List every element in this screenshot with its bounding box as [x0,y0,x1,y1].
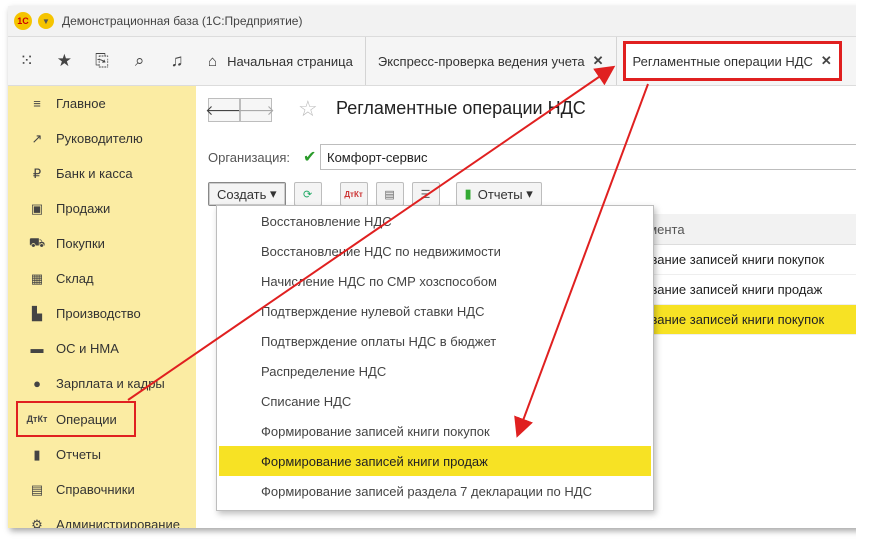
sidebar-item-production[interactable]: ▙ Производство [8,296,196,331]
close-icon[interactable]: ✕ [821,53,832,69]
window-title: Демонстрационная база (1С:Предприятие) [62,14,303,28]
history-icon[interactable]: ⎘ [83,51,121,71]
sidebar-item-label: Руководителю [56,131,143,146]
close-icon[interactable]: ✕ [593,53,604,69]
sidebar-item-label: Зарплата и кадры [56,376,165,391]
sidebar-item-label: Справочники [56,482,135,497]
create-button[interactable]: Создать ▾ [208,182,286,206]
sidebar-item-label: Производство [56,306,141,321]
sidebar-item-reports[interactable]: ▮ Отчеты [8,437,196,472]
org-field[interactable]: Комфорт-сервис [320,144,864,170]
sidebar-item-bank[interactable]: ₽ Банк и касса [8,156,196,191]
torn-edge [856,0,882,544]
favorite-star-icon[interactable]: ☆ [298,96,318,122]
table-header: кумента [626,214,864,245]
back-button[interactable]: 🡐 [205,98,243,122]
reports-button[interactable]: ▮ Отчеты ▾ [455,182,542,206]
main-menu-icon[interactable]: ▼ [38,13,54,29]
warehouse-icon: ▦ [30,270,44,286]
table-row-selected[interactable]: рование записей книги покупок [626,305,864,335]
tab-vat-operations[interactable]: Регламентные операции НДС ✕ [622,41,842,81]
bag-icon: ▣ [30,200,44,216]
menu-item[interactable]: Восстановление НДС [217,206,653,236]
quick-toolbar: ⁙ ★ ⎘ ⌕ ♫ [8,37,196,86]
sidebar-item-warehouse[interactable]: ▦ Склад [8,261,196,296]
gear-icon: ⚙ [31,516,43,529]
sidebar-item-label: Администрирование [56,517,180,528]
table-row[interactable]: рование записей книги покупок [626,245,864,275]
apps-grid-icon[interactable]: ⁙ [8,51,46,71]
page-title: Регламентные операции НДС [336,98,586,118]
tab-bar: ⌂ Начальная страница Экспресс-проверка в… [196,37,864,86]
star-icon[interactable]: ★ [46,51,84,71]
app-window: 1С ▼ Демонстрационная база (1С:Предприят… [8,6,864,528]
title-bar: 1С ▼ Демонстрационная база (1С:Предприят… [8,6,864,37]
sidebar-item-directories[interactable]: ▤ Справочники [8,472,196,507]
sidebar-item-manager[interactable]: ↗ Руководителю [8,121,196,156]
sidebar-item-label: Отчеты [56,447,101,462]
truck-icon: ▬ [30,341,44,356]
menu-item[interactable]: Подтверждение оплаты НДС в бюджет [217,326,653,356]
bar-chart-icon: ▮ [33,446,41,462]
create-label: Создать [217,186,267,202]
person-icon: ● [33,376,41,391]
tab-label: Начальная страница [227,53,353,69]
home-icon: ⌂ [208,52,218,70]
sidebar-item-label: Банк и касса [56,166,133,181]
dtkt-button[interactable]: ДтКт [339,182,368,206]
operations-table: кумента рование записей книги покупок ро… [626,214,864,335]
sidebar-item-sales[interactable]: ▣ Продажи [8,191,196,226]
reports-label: Отчеты [477,186,523,202]
main-area: 🡐 🡒 ☆ Регламентные операции НДС Организа… [196,86,864,528]
sidebar-item-label: Продажи [56,201,111,216]
forward-button[interactable]: 🡒 [237,98,275,122]
sidebar-item-purchases[interactable]: ⛟ Покупки [8,226,196,261]
sidebar-item-label: Склад [56,271,94,286]
list-icon[interactable]: ☰ [411,182,440,206]
table-row[interactable]: рование записей книги продаж [626,275,864,305]
sidebar-item-label: ОС и НМА [56,341,119,356]
sidebar: ≡ Главное ↗ Руководителю ₽ Банк и касса ▣ Пр… [8,86,197,528]
tab-label: Экспресс-проверка ведения учета [377,53,585,69]
sidebar-item-payroll[interactable]: ● Зарплата и кадры [8,366,196,401]
app-logo: 1С [14,12,32,30]
document-icon[interactable]: ▤ [375,182,404,206]
nav-buttons: 🡐 🡒 [205,98,275,122]
menu-item-highlighted[interactable]: Формирование записей книги продаж [219,446,651,476]
sidebar-item-label: Покупки [56,236,105,251]
dtkt-icon: ДтКт [26,414,48,424]
sidebar-item-label: Операции [56,411,117,427]
menu-icon: ≡ [33,96,41,111]
menu-item[interactable]: Распределение НДС [217,356,653,386]
menu-item[interactable]: Подтверждение нулевой ставки НДС [217,296,653,326]
org-checkbox[interactable]: ✔ [303,147,316,167]
org-label: Организация: [208,150,291,165]
menu-item[interactable]: Формирование записей раздела 7 деклараци… [217,476,653,506]
command-bar: Создать ▾ ⟳ ДтКт ▤ ☰ ▮ Отчеты ▾ [208,182,550,206]
factory-icon: ▙ [32,305,42,321]
tab-express-check[interactable]: Экспресс-проверка ведения учета ✕ [366,37,617,85]
sidebar-item-operations[interactable]: ДтКт Операции [16,401,136,437]
sidebar-item-fixed-assets[interactable]: ▬ ОС и НМА [8,331,196,366]
menu-item[interactable]: Восстановление НДС по недвижимости [217,236,653,266]
menu-item[interactable]: Формирование записей книги покупок [217,416,653,446]
create-dropdown-menu: Восстановление НДС Восстановление НДС по… [216,205,654,511]
bar-chart-icon: ▮ [464,186,472,201]
sidebar-item-main[interactable]: ≡ Главное [8,86,196,121]
bell-icon[interactable]: ♫ [158,51,196,71]
menu-item[interactable]: Начисление НДС по СМР хозспособом [217,266,653,296]
tab-label: Регламентные операции НДС [632,53,813,69]
menu-item[interactable]: Списание НДС [217,386,653,416]
sidebar-item-label: Главное [56,96,106,111]
search-icon[interactable]: ⌕ [121,51,159,71]
chart-trend-icon: ↗ [31,130,43,146]
sidebar-item-admin[interactable]: ⚙ Администрирование [8,507,196,529]
ruble-icon: ₽ [32,165,42,181]
tab-home[interactable]: ⌂ Начальная страница [196,37,366,85]
book-icon: ▤ [30,481,44,497]
refresh-icon[interactable]: ⟳ [293,182,322,206]
cart-icon: ⛟ [28,234,46,250]
